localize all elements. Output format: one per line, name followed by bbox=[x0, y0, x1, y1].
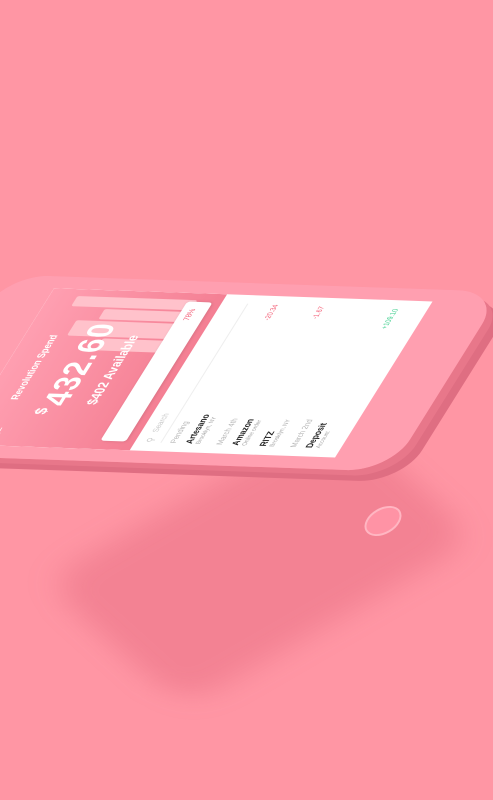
currency-symbol: $ bbox=[29, 406, 53, 415]
search-icon: ⚲ bbox=[144, 437, 158, 443]
background: ← Revolution Spend $432.60 $402 Availabl… bbox=[0, 0, 493, 800]
transaction-amount: -1.67 bbox=[310, 306, 327, 320]
transaction-amount: +109.10 bbox=[380, 308, 401, 330]
search-input[interactable]: Search bbox=[152, 413, 172, 432]
phone-screen: ← Revolution Spend $432.60 $402 Availabl… bbox=[0, 288, 433, 458]
transaction-amount: -20.34 bbox=[262, 304, 281, 321]
phone-device: ← Revolution Spend $432.60 $402 Availabl… bbox=[0, 274, 493, 472]
spend-percent: 78% bbox=[182, 308, 198, 321]
